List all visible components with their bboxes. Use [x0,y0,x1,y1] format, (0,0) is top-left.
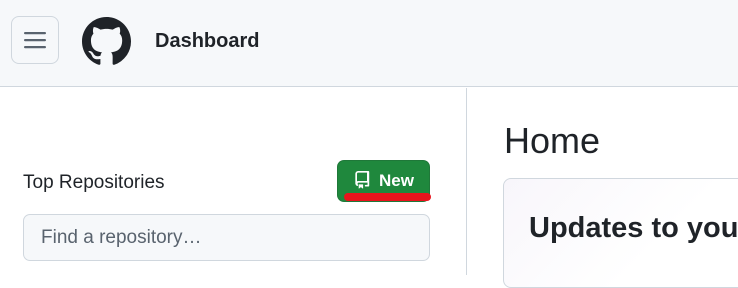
updates-card: Updates to you [503,178,738,288]
hamburger-menu-icon [24,32,46,49]
highlight-underline [344,193,431,201]
updates-card-title: Updates to you [529,212,738,244]
page-title: Home [504,120,601,161]
menu-button[interactable] [11,16,59,64]
repo-icon [355,171,370,189]
column-divider [466,88,467,275]
page-context-title[interactable]: Dashboard [155,28,259,54]
new-button-label: New [379,171,414,190]
app-header: Dashboard [0,0,738,87]
find-repository-input[interactable] [23,214,430,261]
top-repositories-heading: Top Repositories [23,172,165,193]
github-logo-icon[interactable] [82,17,131,66]
